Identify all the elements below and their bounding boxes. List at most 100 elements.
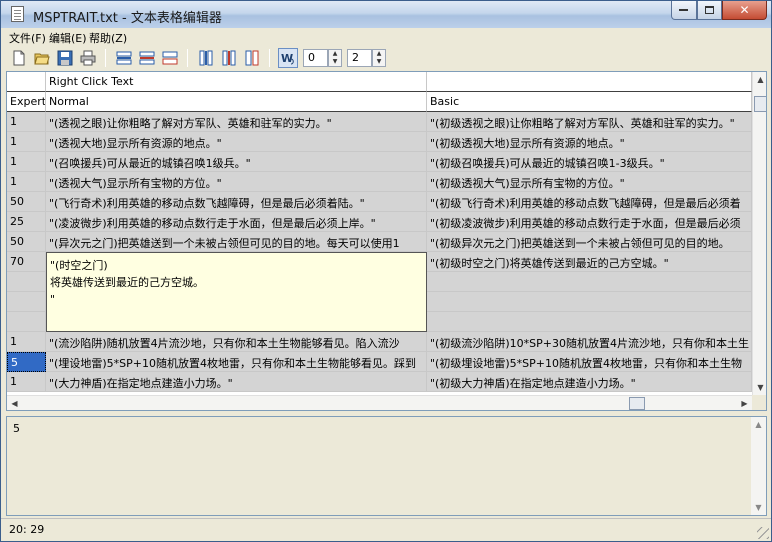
scroll-right-icon[interactable]: ▶ bbox=[737, 396, 752, 410]
cell-basic[interactable]: "(初级飞行奇术)利用英雄的移动点数飞越障碍，但是最后必须着 bbox=[427, 192, 752, 212]
spin-up-icon[interactable]: ▲ bbox=[373, 50, 385, 58]
open-button[interactable] bbox=[32, 48, 52, 68]
scroll-left-icon[interactable]: ◀ bbox=[7, 396, 22, 410]
data-grid[interactable]: Right Click Text Expert Normal Basic 1 "(… bbox=[6, 71, 767, 411]
header-row-2: Expert Normal Basic bbox=[7, 92, 752, 112]
insert-column-button[interactable] bbox=[196, 48, 216, 68]
insert-row-button[interactable] bbox=[114, 48, 134, 68]
editor-line: 将英雄传送到最近的己方空城。 bbox=[50, 276, 204, 289]
cell-expert[interactable]: 25 bbox=[7, 212, 46, 232]
spin2-buttons[interactable]: ▲ ▼ bbox=[372, 49, 386, 67]
word-wrap-button[interactable]: W bbox=[278, 48, 298, 68]
menu-help[interactable]: 帮助(Z) bbox=[89, 30, 127, 46]
cell-expert[interactable]: 1 bbox=[7, 152, 46, 172]
window-title: MSPTRAIT.txt - 文本表格编辑器 bbox=[33, 11, 222, 26]
table-row[interactable]: 50 "(异次元之门)把英雄送到一个未被占领但可见的目的地。每天可以使用1 "(初级… bbox=[7, 232, 752, 252]
cell-expert[interactable] bbox=[7, 312, 46, 332]
cell-basic[interactable]: "(初级透视之眼)让你粗略了解对方军队、英雄和驻军的实力。" bbox=[427, 112, 752, 132]
menu-file[interactable]: 文件(F) bbox=[9, 30, 46, 46]
cell-normal[interactable]: "(流沙陷阱)随机放置4片流沙地，只有你和本土生物能够看见。陷入流沙 bbox=[46, 332, 427, 352]
cell-basic[interactable]: "(初级透视大气)显示所有宝物的方位。" bbox=[427, 172, 752, 192]
spin1-buttons[interactable]: ▲ ▼ bbox=[328, 49, 342, 67]
menu-edit[interactable]: 编辑(E) bbox=[49, 30, 87, 46]
minimize-button[interactable] bbox=[671, 1, 697, 20]
cell-basic[interactable] bbox=[427, 272, 752, 292]
cell-normal[interactable]: "(凌波微步)利用英雄的移动点数行走于水面，但是最后必须上岸。" bbox=[46, 212, 427, 232]
table-row[interactable]: 1 "(透视大地)显示所有资源的地点。" "(初级透视大地)显示所有资源的地点。" bbox=[7, 132, 752, 152]
toolbar: W 0 ▲ ▼ 2 ▲ ▼ bbox=[1, 46, 771, 71]
cell-basic[interactable]: "(初级凌波微步)利用英雄的移动点数行走于水面，但是最后必须 bbox=[427, 212, 752, 232]
detail-text[interactable]: 5 bbox=[13, 422, 20, 435]
cell-basic[interactable] bbox=[427, 292, 752, 312]
horizontal-scroll-thumb[interactable] bbox=[629, 397, 645, 410]
cell-expert[interactable]: 1 bbox=[7, 112, 46, 132]
spin1-input[interactable]: 0 bbox=[303, 49, 328, 67]
new-file-button[interactable] bbox=[9, 48, 29, 68]
resize-grip-icon[interactable] bbox=[757, 527, 769, 539]
table-row[interactable]: 1 "(召唤援兵)可从最近的城镇召唤1级兵。" "(初级召唤援兵)可从最近的城镇召唤… bbox=[7, 152, 752, 172]
title-bar[interactable]: MSPTRAIT.txt - 文本表格编辑器 ✕ bbox=[1, 1, 771, 28]
cell-expert[interactable]: 1 bbox=[7, 372, 46, 392]
table-row[interactable]: 25 "(凌波微步)利用英雄的移动点数行走于水面，但是最后必须上岸。" "(初级凌波… bbox=[7, 212, 752, 232]
close-button[interactable]: ✕ bbox=[722, 1, 767, 20]
cell-expert[interactable]: 50 bbox=[7, 192, 46, 212]
cell-expert[interactable]: 1 bbox=[7, 132, 46, 152]
spin2-input[interactable]: 2 bbox=[347, 49, 372, 67]
spin-down-icon[interactable]: ▼ bbox=[373, 58, 385, 66]
cell-normal[interactable]: "(埋设地雷)5*SP+10随机放置4枚地雷，只有你和本土生物能够看见。踩到 bbox=[46, 352, 427, 372]
column-button[interactable] bbox=[242, 48, 262, 68]
vertical-scroll-thumb[interactable] bbox=[754, 96, 766, 112]
cell-expert[interactable]: 70 bbox=[7, 252, 46, 272]
scroll-down-icon[interactable]: ▼ bbox=[753, 380, 766, 395]
cell-basic[interactable]: "(初级异次元之门)把英雄送到一个未被占领但可见的目的地。 bbox=[427, 232, 752, 252]
table-row[interactable]: 1 "(透视大气)显示所有宝物的方位。" "(初级透视大气)显示所有宝物的方位。" bbox=[7, 172, 752, 192]
minimize-icon bbox=[679, 9, 688, 11]
word-wrap-icon: W bbox=[281, 52, 294, 65]
spin-up-icon[interactable]: ▲ bbox=[329, 50, 341, 58]
cell-basic[interactable]: "(初级时空之门)将英雄传送到最近的己方空城。" bbox=[427, 252, 752, 272]
cell-basic[interactable]: "(初级召唤援兵)可从最近的城镇召唤1-3级兵。" bbox=[427, 152, 752, 172]
cell-normal[interactable]: "(召唤援兵)可从最近的城镇召唤1级兵。" bbox=[46, 152, 427, 172]
maximize-button[interactable] bbox=[697, 1, 722, 20]
row-button[interactable] bbox=[160, 48, 180, 68]
scroll-up-icon[interactable]: ▲ bbox=[751, 417, 766, 432]
cell-basic[interactable]: "(初级埋设地雷)5*SP+10随机放置4枚地雷，只有你和本土生物 bbox=[427, 352, 752, 372]
scroll-down-icon[interactable]: ▼ bbox=[751, 500, 766, 515]
cell-expert[interactable]: 5 bbox=[7, 352, 46, 372]
delete-row-button[interactable] bbox=[137, 48, 157, 68]
vertical-scrollbar[interactable]: ▲ ▼ bbox=[752, 72, 766, 395]
cell-normal[interactable]: "(飞行奇术)利用英雄的移动点数飞越障碍，但是最后必须着陆。" bbox=[46, 192, 427, 212]
toolbar-separator bbox=[105, 49, 106, 67]
cell-normal[interactable]: "(大力神盾)在指定地点建造小力场。" bbox=[46, 372, 427, 392]
header-cell: Right Click Text bbox=[46, 72, 427, 92]
save-button[interactable] bbox=[55, 48, 75, 68]
cell-expert[interactable]: 50 bbox=[7, 232, 46, 252]
cell-basic[interactable]: "(初级透视大地)显示所有资源的地点。" bbox=[427, 132, 752, 152]
cell-expert[interactable] bbox=[7, 272, 46, 292]
cell-editor-popup[interactable]: "(时空之门) 将英雄传送到最近的己方空城。 " bbox=[46, 252, 427, 332]
cell-expert[interactable]: 1 bbox=[7, 172, 46, 192]
cell-expert[interactable] bbox=[7, 292, 46, 312]
editor-line: " bbox=[50, 293, 56, 306]
cell-normal[interactable]: "(异次元之门)把英雄送到一个未被占领但可见的目的地。每天可以使用1 bbox=[46, 232, 427, 252]
cell-basic[interactable] bbox=[427, 312, 752, 332]
print-button[interactable] bbox=[78, 48, 98, 68]
cell-basic[interactable]: "(初级大力神盾)在指定地点建造小力场。" bbox=[427, 372, 752, 392]
cell-basic[interactable]: "(初级流沙陷阱)10*SP+30随机放置4片流沙地，只有你和本土生 bbox=[427, 332, 752, 352]
spin-down-icon[interactable]: ▼ bbox=[329, 58, 341, 66]
scroll-up-icon[interactable]: ▲ bbox=[753, 72, 766, 87]
table-row[interactable]: 50 "(飞行奇术)利用英雄的移动点数飞越障碍，但是最后必须着陆。" "(初级飞行奇… bbox=[7, 192, 752, 212]
cell-normal[interactable]: "(透视之眼)让你粗略了解对方军队、英雄和驻军的实力。" bbox=[46, 112, 427, 132]
detail-pane[interactable]: 5 ▲ ▼ bbox=[6, 416, 767, 516]
detail-scrollbar[interactable]: ▲ ▼ bbox=[751, 417, 766, 515]
cell-normal[interactable]: "(透视大地)显示所有资源的地点。" bbox=[46, 132, 427, 152]
table-row[interactable]: 5 "(埋设地雷)5*SP+10随机放置4枚地雷，只有你和本土生物能够看见。踩到 "… bbox=[7, 352, 752, 372]
delete-column-button[interactable] bbox=[219, 48, 239, 68]
table-row[interactable]: 1 "(大力神盾)在指定地点建造小力场。" "(初级大力神盾)在指定地点建造小力场。… bbox=[7, 372, 752, 392]
horizontal-scrollbar[interactable]: ◀ ▶ bbox=[7, 395, 752, 410]
cell-expert[interactable]: 1 bbox=[7, 332, 46, 352]
cell-normal[interactable]: "(透视大气)显示所有宝物的方位。" bbox=[46, 172, 427, 192]
maximize-icon bbox=[704, 5, 714, 14]
table-row[interactable]: 1 "(透视之眼)让你粗略了解对方军队、英雄和驻军的实力。" "(初级透视之眼)让你… bbox=[7, 112, 752, 132]
table-row[interactable]: 1 "(流沙陷阱)随机放置4片流沙地，只有你和本土生物能够看见。陷入流沙 "(初级流… bbox=[7, 332, 752, 352]
